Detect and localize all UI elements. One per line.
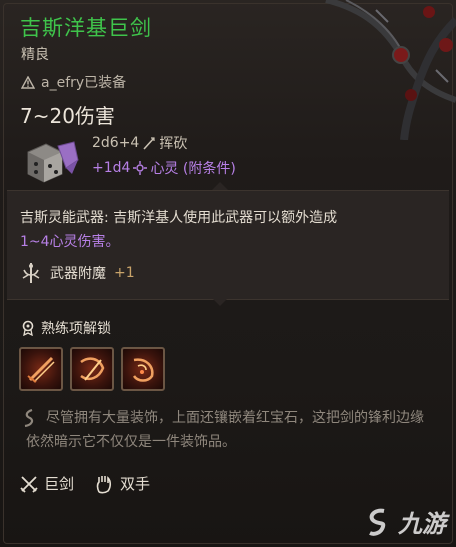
- panel-arrow-bottom: [212, 298, 228, 306]
- lacerate-skill-icon[interactable]: [121, 347, 165, 391]
- psychic-damage-icon: [133, 161, 148, 175]
- weapon-type-text: 巨剑: [44, 475, 75, 493]
- proficiency-icon: [22, 320, 34, 336]
- slash-skill-icon[interactable]: [19, 347, 63, 391]
- hand-icon: [96, 475, 112, 493]
- psionic-weapon-text: 吉斯灵能武器: 吉斯洋基人使用此武器可以额外造成 1~4心灵伤害。: [20, 206, 430, 254]
- proficiency-heading-text: 熟练项解锁: [41, 321, 111, 337]
- damage-total: 7~20伤害: [20, 104, 115, 128]
- cleave-skill-glyph: [80, 357, 105, 381]
- psionic-line-2: 1~4心灵伤害。: [20, 234, 120, 250]
- proficiency-skills: [19, 347, 165, 391]
- equipped-status: a_efry已装备: [21, 72, 126, 92]
- site-watermark: 九游: [364, 504, 446, 539]
- crossed-swords-icon: [20, 475, 38, 493]
- weapon-tags: 巨剑 双手: [20, 473, 162, 494]
- slash-damage-icon: [143, 137, 155, 150]
- watermark-text: 九游: [398, 510, 446, 538]
- enchantment-icon: [22, 263, 40, 283]
- item-description: 尽管拥有大量装饰，上面还镶嵌着红宝石，这把剑的锋利边缘依然暗示它不仅仅是一件装饰…: [26, 410, 424, 450]
- item-name: 吉斯洋基巨剑: [20, 16, 152, 40]
- watermark-logo-icon: [369, 508, 386, 536]
- damage-extra-dice: +1d4: [92, 160, 131, 176]
- psionic-line-1: 吉斯灵能武器: 吉斯洋基人使用此武器可以额外造成: [20, 210, 338, 226]
- item-tooltip: 吉斯洋基巨剑 精良 a_efry已装备 7~20伤害 2d6+4 挥砍 +1d4: [0, 0, 456, 547]
- weapon-enchantment: 武器附魔 +1: [20, 262, 135, 284]
- handedness-tag: 双手: [94, 473, 150, 494]
- damage-base-row: 2d6+4 挥砍: [92, 133, 187, 153]
- panel-arrow-top: [212, 182, 228, 190]
- sword-hilt-decoration: [325, 0, 456, 140]
- weapon-type-tag: 巨剑: [20, 473, 74, 494]
- lacerate-skill-glyph: [132, 358, 154, 382]
- cleave-skill-icon[interactable]: [70, 347, 114, 391]
- proficiency-heading: 熟练项解锁: [21, 318, 111, 338]
- item-rarity: 精良: [21, 47, 49, 63]
- damage-base-dice: 2d6+4: [92, 135, 140, 151]
- damage-extra-row: +1d4 心灵 (附条件): [92, 158, 236, 178]
- enchantment-label: 武器附魔: [50, 266, 106, 282]
- damage-extra-type: 心灵 (附条件): [150, 161, 236, 177]
- slash-skill-glyph: [27, 356, 55, 383]
- enchantment-value: +1: [114, 265, 135, 281]
- warning-icon: [21, 75, 35, 89]
- dice-icon: [27, 141, 79, 183]
- handedness-text: 双手: [120, 475, 151, 493]
- equipped-by-text: a_efry已装备: [41, 75, 127, 91]
- damage-base-type: 挥砍: [159, 136, 188, 152]
